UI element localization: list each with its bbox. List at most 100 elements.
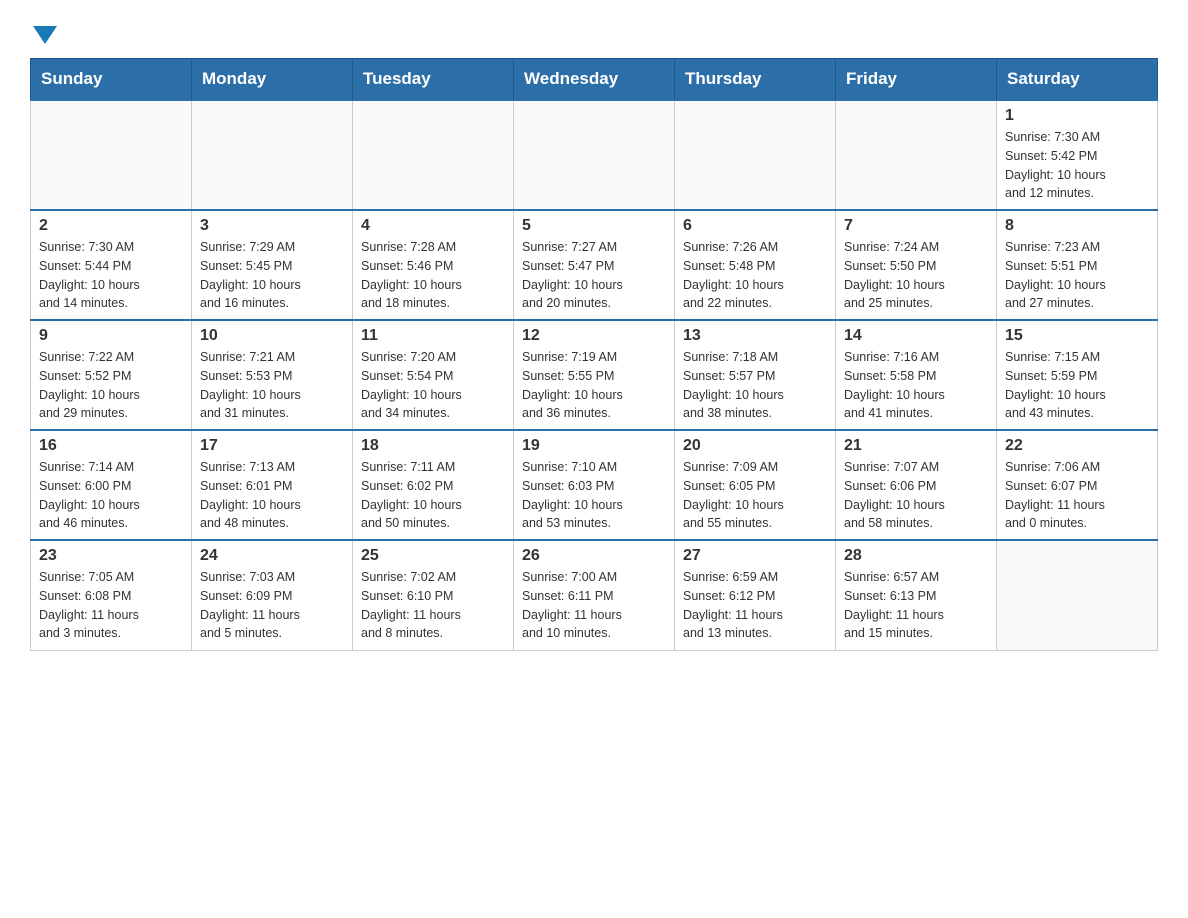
day-info: Sunrise: 7:26 AMSunset: 5:48 PMDaylight:… [683,238,827,313]
calendar-cell [997,540,1158,650]
calendar-cell [675,100,836,210]
calendar-cell [353,100,514,210]
calendar-cell: 13 Sunrise: 7:18 AMSunset: 5:57 PMDayligh… [675,320,836,430]
calendar-cell: 16 Sunrise: 7:14 AMSunset: 6:00 PMDayligh… [31,430,192,540]
calendar-cell: 22Sunrise: 7:06 AMSunset: 6:07 PMDayligh… [997,430,1158,540]
calendar-cell [836,100,997,210]
day-info: Sunrise: 7:03 AMSunset: 6:09 PMDaylight:… [200,568,344,643]
day-info: Sunrise: 7:11 AMSunset: 6:02 PMDaylight:… [361,458,505,533]
day-info: Sunrise: 6:57 AMSunset: 6:13 PMDaylight:… [844,568,988,643]
calendar-cell: 8Sunrise: 7:23 AMSunset: 5:51 PMDaylight… [997,210,1158,320]
day-number: 11 [361,327,505,345]
day-number: 27 [683,547,827,565]
calendar-table: SundayMondayTuesdayWednesdayThursdayFrid… [30,58,1158,651]
calendar-cell: 27 Sunrise: 6:59 AMSunset: 6:12 PMDayligh… [675,540,836,650]
day-number: 23 [39,547,183,565]
day-info: Sunrise: 7:10 AMSunset: 6:03 PMDaylight:… [522,458,666,533]
week-row-3: 16 Sunrise: 7:14 AMSunset: 6:00 PMDayligh… [31,430,1158,540]
day-number: 25 [361,547,505,565]
page-header [30,20,1158,40]
day-number: 18 [361,437,505,455]
day-number: 20 [683,437,827,455]
day-number: 7 [844,217,988,235]
weekday-header-sunday: Sunday [31,59,192,101]
calendar-cell [31,100,192,210]
calendar-cell: 4 Sunrise: 7:28 AMSunset: 5:46 PMDaylight… [353,210,514,320]
day-number: 4 [361,217,505,235]
calendar-cell: 17 Sunrise: 7:13 AMSunset: 6:01 PMDayligh… [192,430,353,540]
weekday-header-thursday: Thursday [675,59,836,101]
day-number: 9 [39,327,183,345]
day-info: Sunrise: 7:22 AMSunset: 5:52 PMDaylight:… [39,348,183,423]
week-row-2: 9 Sunrise: 7:22 AMSunset: 5:52 PMDaylight… [31,320,1158,430]
day-info: Sunrise: 7:28 AMSunset: 5:46 PMDaylight:… [361,238,505,313]
weekday-header-friday: Friday [836,59,997,101]
weekday-header-wednesday: Wednesday [514,59,675,101]
calendar-cell: 24 Sunrise: 7:03 AMSunset: 6:09 PMDayligh… [192,540,353,650]
day-info: Sunrise: 7:18 AMSunset: 5:57 PMDaylight:… [683,348,827,423]
day-info: Sunrise: 7:29 AMSunset: 5:45 PMDaylight:… [200,238,344,313]
calendar-cell: 11Sunrise: 7:20 AMSunset: 5:54 PMDayligh… [353,320,514,430]
day-number: 28 [844,547,988,565]
day-info: Sunrise: 7:15 AMSunset: 5:59 PMDaylight:… [1005,348,1149,423]
logo [30,20,57,40]
day-number: 13 [683,327,827,345]
calendar-cell: 26 Sunrise: 7:00 AMSunset: 6:11 PMDayligh… [514,540,675,650]
calendar-cell: 6Sunrise: 7:26 AMSunset: 5:48 PMDaylight… [675,210,836,320]
weekday-header-row: SundayMondayTuesdayWednesdayThursdayFrid… [31,59,1158,101]
day-info: Sunrise: 7:19 AMSunset: 5:55 PMDaylight:… [522,348,666,423]
calendar-cell: 25 Sunrise: 7:02 AMSunset: 6:10 PMDayligh… [353,540,514,650]
calendar-cell: 14 Sunrise: 7:16 AMSunset: 5:58 PMDayligh… [836,320,997,430]
day-number: 10 [200,327,344,345]
day-info: Sunrise: 7:21 AMSunset: 5:53 PMDaylight:… [200,348,344,423]
day-number: 24 [200,547,344,565]
day-number: 14 [844,327,988,345]
calendar-cell: 21 Sunrise: 7:07 AMSunset: 6:06 PMDayligh… [836,430,997,540]
calendar-cell: 10 Sunrise: 7:21 AMSunset: 5:53 PMDayligh… [192,320,353,430]
calendar-cell: 28 Sunrise: 6:57 AMSunset: 6:13 PMDayligh… [836,540,997,650]
day-info: Sunrise: 7:00 AMSunset: 6:11 PMDaylight:… [522,568,666,643]
day-number: 2 [39,217,183,235]
day-number: 5 [522,217,666,235]
calendar-cell: 3 Sunrise: 7:29 AMSunset: 5:45 PMDaylight… [192,210,353,320]
day-number: 16 [39,437,183,455]
calendar-cell: 5 Sunrise: 7:27 AMSunset: 5:47 PMDaylight… [514,210,675,320]
day-info: Sunrise: 7:07 AMSunset: 6:06 PMDaylight:… [844,458,988,533]
day-number: 3 [200,217,344,235]
calendar-cell: 2 Sunrise: 7:30 AMSunset: 5:44 PMDaylight… [31,210,192,320]
calendar-cell: 18 Sunrise: 7:11 AMSunset: 6:02 PMDayligh… [353,430,514,540]
day-info: Sunrise: 7:30 AMSunset: 5:44 PMDaylight:… [39,238,183,313]
weekday-header-saturday: Saturday [997,59,1158,101]
weekday-header-tuesday: Tuesday [353,59,514,101]
day-number: 8 [1005,217,1149,235]
day-number: 17 [200,437,344,455]
day-info: Sunrise: 7:27 AMSunset: 5:47 PMDaylight:… [522,238,666,313]
logo-triangle-icon [33,26,57,44]
day-number: 26 [522,547,666,565]
calendar-cell: 15 Sunrise: 7:15 AMSunset: 5:59 PMDayligh… [997,320,1158,430]
calendar-cell: 12 Sunrise: 7:19 AMSunset: 5:55 PMDayligh… [514,320,675,430]
day-number: 19 [522,437,666,455]
day-info: Sunrise: 7:13 AMSunset: 6:01 PMDaylight:… [200,458,344,533]
day-number: 15 [1005,327,1149,345]
day-info: Sunrise: 7:06 AMSunset: 6:07 PMDaylight:… [1005,458,1149,533]
week-row-0: 1 Sunrise: 7:30 AMSunset: 5:42 PMDaylight… [31,100,1158,210]
day-info: Sunrise: 7:05 AMSunset: 6:08 PMDaylight:… [39,568,183,643]
calendar-cell: 9 Sunrise: 7:22 AMSunset: 5:52 PMDaylight… [31,320,192,430]
week-row-1: 2 Sunrise: 7:30 AMSunset: 5:44 PMDaylight… [31,210,1158,320]
day-info: Sunrise: 7:14 AMSunset: 6:00 PMDaylight:… [39,458,183,533]
day-info: Sunrise: 7:16 AMSunset: 5:58 PMDaylight:… [844,348,988,423]
day-info: Sunrise: 7:24 AMSunset: 5:50 PMDaylight:… [844,238,988,313]
day-info: Sunrise: 7:09 AMSunset: 6:05 PMDaylight:… [683,458,827,533]
week-row-4: 23 Sunrise: 7:05 AMSunset: 6:08 PMDayligh… [31,540,1158,650]
day-number: 12 [522,327,666,345]
calendar-cell: 7 Sunrise: 7:24 AMSunset: 5:50 PMDaylight… [836,210,997,320]
day-info: Sunrise: 7:30 AMSunset: 5:42 PMDaylight:… [1005,128,1149,203]
weekday-header-monday: Monday [192,59,353,101]
calendar-cell [514,100,675,210]
day-info: Sunrise: 7:02 AMSunset: 6:10 PMDaylight:… [361,568,505,643]
calendar-cell: 19 Sunrise: 7:10 AMSunset: 6:03 PMDayligh… [514,430,675,540]
day-number: 21 [844,437,988,455]
day-info: Sunrise: 6:59 AMSunset: 6:12 PMDaylight:… [683,568,827,643]
day-number: 1 [1005,107,1149,125]
